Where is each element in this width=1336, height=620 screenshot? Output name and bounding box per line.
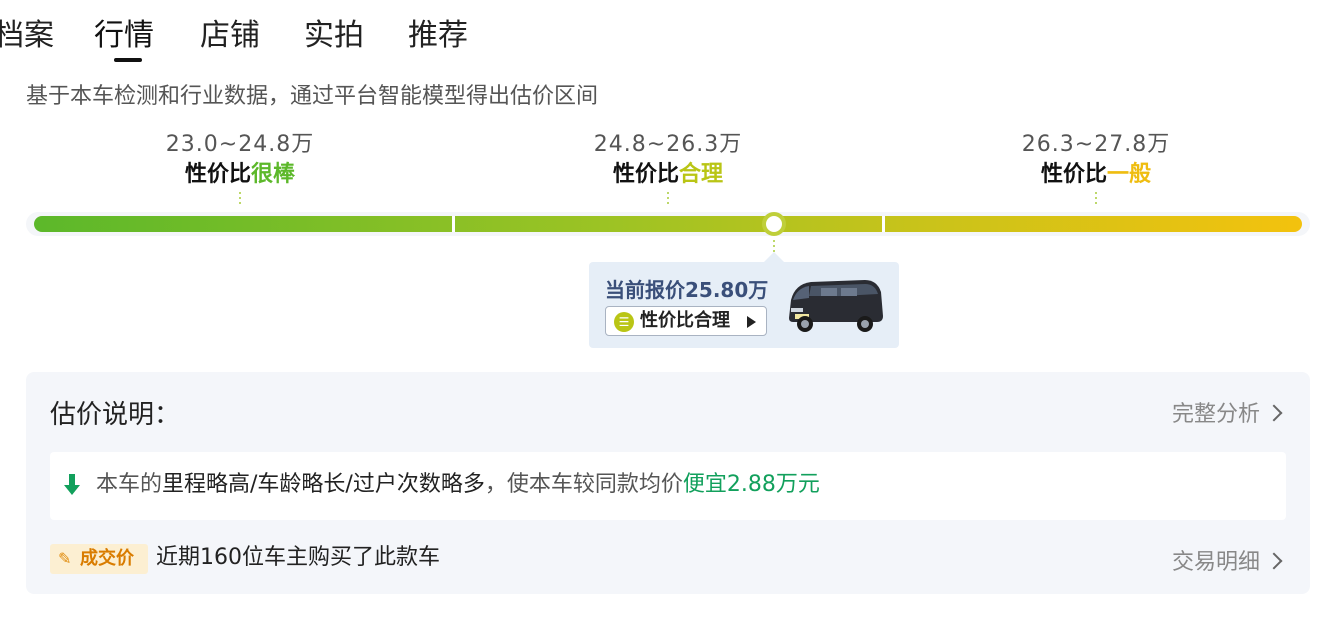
neutral-face-icon: ☰ <box>614 312 634 332</box>
current-price-card: 当前报价25.80万 ☰ 性价比合理 <box>589 262 899 348</box>
value-rating-label: 性价比合理 <box>640 310 730 331</box>
panel-title: 估价说明： <box>50 400 181 430</box>
transaction-details-link[interactable]: 交易明细 <box>1172 544 1283 576</box>
chevron-right-icon <box>1265 552 1283 570</box>
tab-archive[interactable]: 档案 <box>0 16 54 56</box>
price-gradient-bar <box>34 216 1302 232</box>
valuation-subtitle: 基于本车检测和行业数据，通过平台智能模型得出估价区间 <box>26 84 599 109</box>
price-range-average: 26.3~27.8万 性价比一般 <box>976 130 1216 204</box>
recent-deals-text: 近期160位车主购买了此款车 <box>156 545 440 570</box>
bar-separator <box>882 216 885 232</box>
current-price-marker-dots <box>772 240 775 252</box>
range-label: 性价比很棒 <box>184 162 296 187</box>
range-label: 性价比合理 <box>612 162 724 187</box>
arrow-down-icon <box>64 474 80 495</box>
pen-icon: ✎ <box>58 549 72 568</box>
price-factor-note: 本车的里程略高/车龄略长/过户次数略多，使本车较同款均价便宜2.88万元 <box>50 452 1286 520</box>
full-analysis-link[interactable]: 完整分析 <box>1172 396 1283 428</box>
price-gradient-track <box>26 212 1310 236</box>
active-tab-indicator <box>114 58 142 62</box>
range-marker-dots <box>1095 192 1097 204</box>
value-rating-button[interactable]: ☰ 性价比合理 <box>605 306 767 336</box>
tab-market[interactable]: 行情 <box>94 16 154 56</box>
car-thumbnail <box>789 280 883 332</box>
chevron-right-icon <box>1265 404 1283 422</box>
price-range-fair: 24.8~26.3万 性价比合理 <box>548 130 788 204</box>
play-arrow-icon <box>747 316 756 328</box>
bar-separator <box>452 216 455 232</box>
tab-store[interactable]: 店铺 <box>200 16 260 56</box>
range-price: 24.8~26.3万 <box>593 132 743 157</box>
range-price: 23.0~24.8万 <box>165 132 315 157</box>
price-card-pointer <box>763 252 784 262</box>
range-label: 性价比一般 <box>1040 162 1152 187</box>
current-price-marker <box>761 212 786 236</box>
price-factor-text: 本车的里程略高/车龄略长/过户次数略多，使本车较同款均价便宜2.88万元 <box>96 472 820 497</box>
range-marker-dots <box>667 192 669 204</box>
valuation-explanation-panel: 估价说明： 完整分析 本车的里程略高/车龄略长/过户次数略多，使本车较同款均价便… <box>26 372 1310 594</box>
range-marker-dots <box>239 192 241 204</box>
tab-photos[interactable]: 实拍 <box>304 16 364 56</box>
current-price-title: 当前报价25.80万 <box>605 278 769 302</box>
deal-price-badge: ✎ 成交价 <box>50 544 148 574</box>
tab-recommend[interactable]: 推荐 <box>408 16 468 56</box>
price-range-good: 23.0~24.8万 性价比很棒 <box>120 130 360 204</box>
range-price: 26.3~27.8万 <box>1021 132 1171 157</box>
